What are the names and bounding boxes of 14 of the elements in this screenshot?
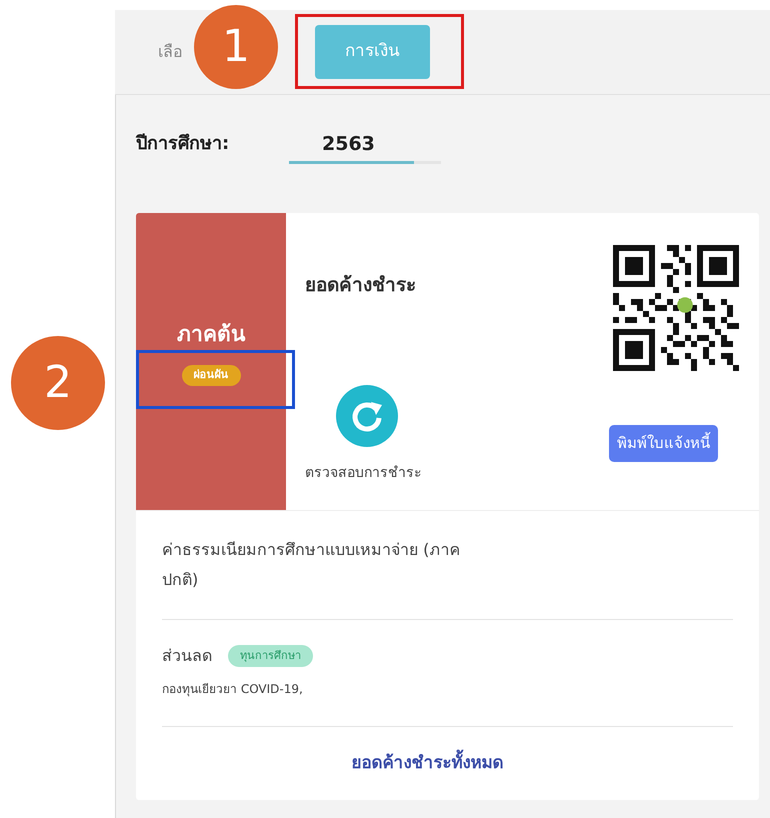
refresh-icon[interactable] [336, 385, 398, 447]
step-number: 2 [11, 336, 105, 430]
print-invoice-button[interactable]: พิมพ์ใบแจ้งหนี้ [609, 425, 718, 462]
year-label: ปีการศึกษา: [136, 132, 230, 156]
status-badge: ผ่อนผัน [182, 365, 240, 386]
term-title: ภาคต้น [177, 321, 245, 348]
total-balance-link[interactable]: ยอดค้างชำระทั้งหมด [352, 751, 504, 776]
fee-label: ค่าธรรมเนียมการศึกษาแบบเหมาจ่าย (ภาคปกติ) [162, 539, 462, 591]
discount-note: กองทุนเยียวยา COVID-19, [162, 681, 303, 698]
balance-title: ยอดค้างชำระ [305, 273, 416, 298]
check-payment-label[interactable]: ตรวจสอบการชำระ [305, 463, 422, 484]
year-tab[interactable]: 2563 [289, 128, 441, 161]
scholarship-tag: ทุนการศึกษา [228, 644, 313, 668]
discount-label: ส่วนลด [162, 645, 212, 667]
